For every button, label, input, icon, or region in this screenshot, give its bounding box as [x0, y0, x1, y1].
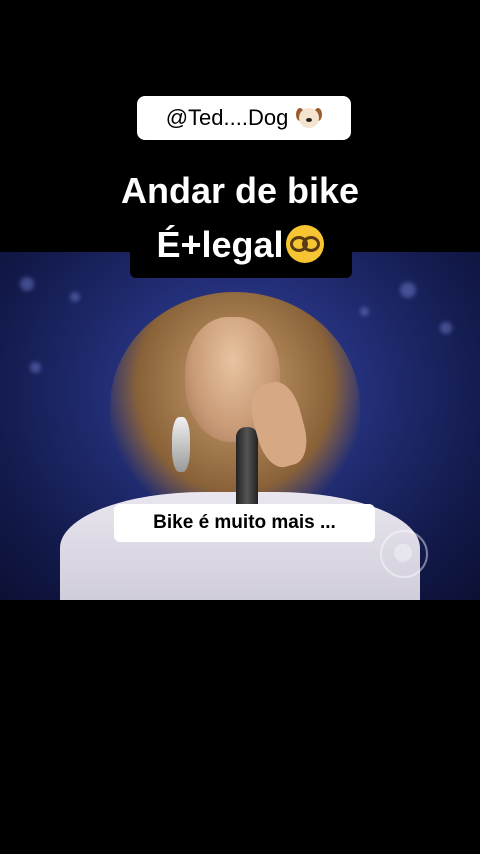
stage-light [360, 307, 369, 316]
title-line-2-text: É+legal [156, 224, 284, 265]
dog-face-icon [296, 106, 323, 130]
stage-light [30, 362, 41, 373]
stage-light [70, 292, 80, 302]
title-line-2: É+legal [0, 224, 480, 266]
caption-box: Bike é muito mais ... [114, 504, 375, 542]
stage-light [440, 322, 452, 334]
title-line-1: Andar de bike [120, 170, 360, 211]
video-frame[interactable] [0, 252, 480, 600]
creator-handle-badge[interactable]: @Ted....Dog [137, 96, 351, 140]
earring [172, 417, 190, 472]
caption-text: Bike é muito mais ... [153, 512, 336, 533]
stage-light [20, 277, 34, 291]
nerd-face-icon [285, 225, 324, 263]
stage-light [400, 282, 416, 298]
cbs-eye-logo-icon [380, 530, 428, 578]
creator-handle: @Ted....Dog [165, 105, 289, 130]
